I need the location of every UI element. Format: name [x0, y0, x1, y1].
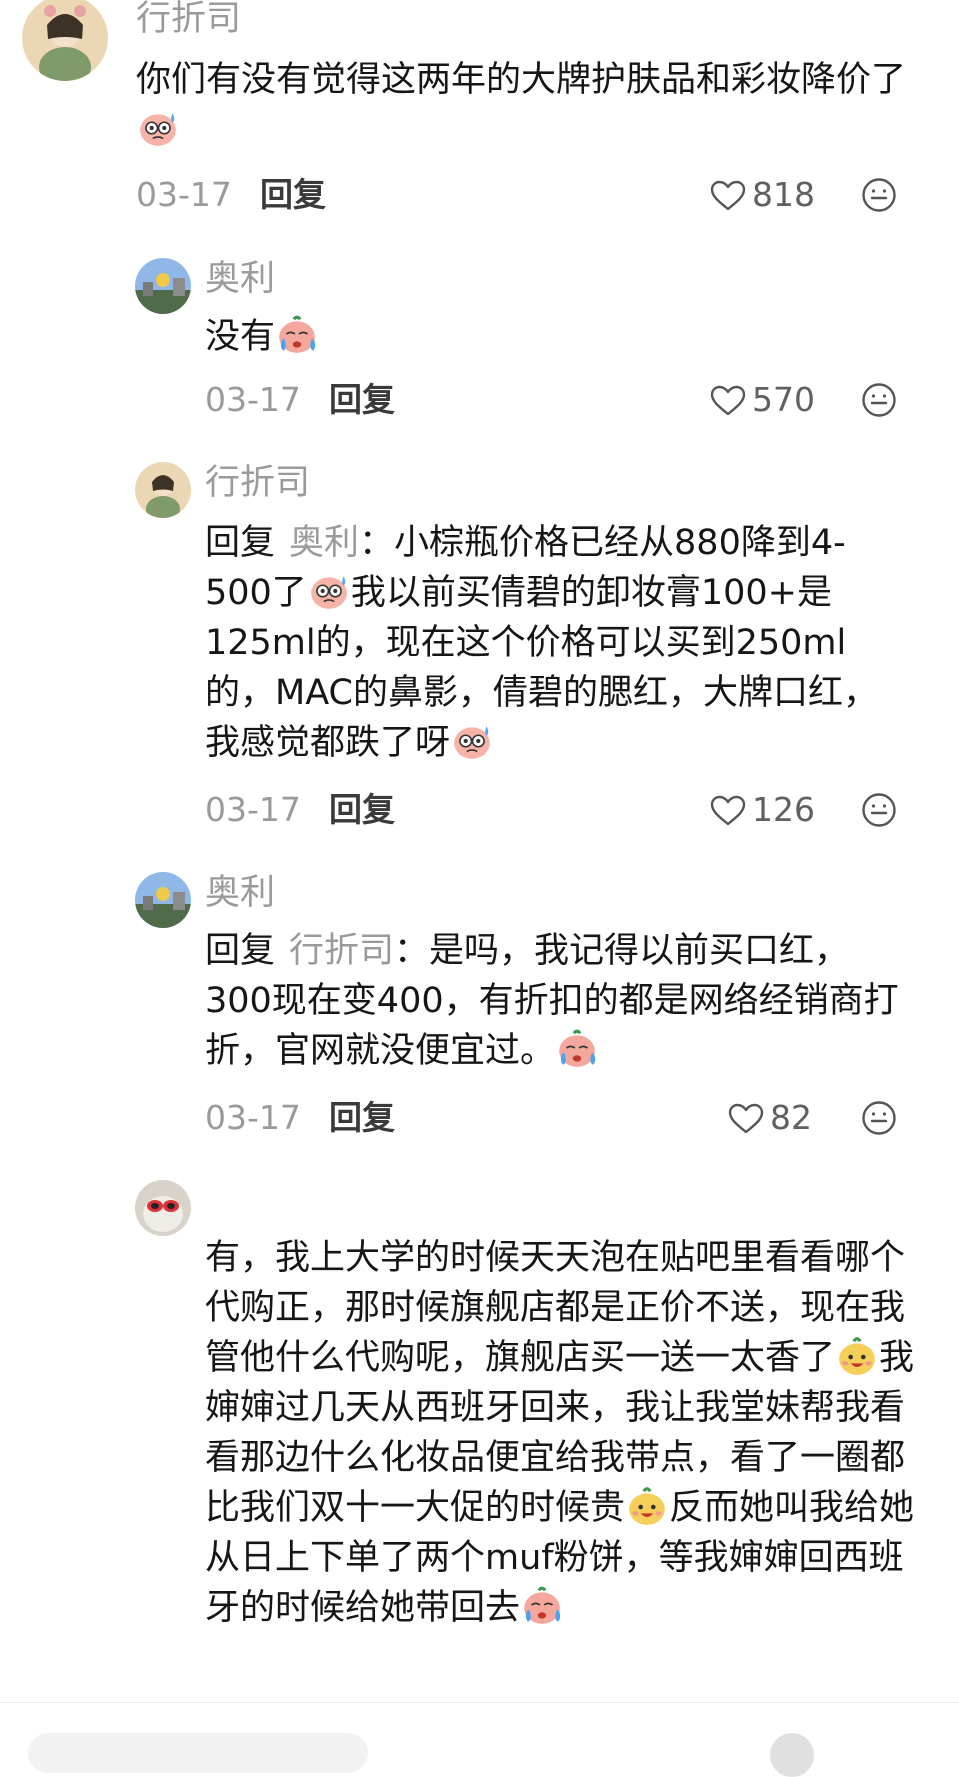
like-count: 126 [752, 790, 815, 829]
crying-face-emoji-icon [276, 314, 318, 356]
comment-date: 03-17 [205, 380, 301, 419]
comment-text: 有，我上大学的时候天天泡在贴吧里看看哪个代购正，那时候旗舰店都是正价不送，现在我… [205, 1233, 920, 1633]
like-count: 82 [770, 1098, 812, 1137]
username[interactable]: 行折司 [136, 2, 241, 37]
comment-text: 没有 [205, 312, 915, 362]
comment-text-part: 有，我上大学的时候天天泡在贴吧里看看哪个代购正，那时候旗舰店都是正价不送，现在我… [205, 1238, 906, 1378]
crying-face-emoji-icon [521, 1585, 563, 1627]
like-button[interactable]: 126 [710, 790, 815, 830]
reply-target-username[interactable]: 奥利 [289, 523, 359, 563]
avatar[interactable] [135, 872, 191, 928]
avatar[interactable] [135, 462, 191, 518]
like-button[interactable]: 570 [710, 380, 815, 420]
sweat-face-emoji-icon [137, 107, 179, 149]
heart-outline-icon [710, 385, 746, 417]
avatar[interactable] [135, 258, 191, 314]
comment-text-part: 你们有没有觉得这两年的大牌护肤品和彩妆降价了 [136, 60, 907, 100]
heart-outline-icon [728, 1103, 764, 1135]
comment-meta: 03-17 回复 818 [136, 175, 916, 215]
comment-date: 03-17 [136, 175, 232, 214]
happy-face-emoji-icon [626, 1485, 668, 1527]
reply-prefix: 回复 [205, 931, 276, 971]
sweat-face-emoji-icon [308, 570, 350, 612]
comment-input-pill[interactable] [28, 1733, 368, 1773]
heart-outline-icon [710, 180, 746, 212]
like-button[interactable]: 82 [728, 1098, 812, 1138]
username[interactable]: 奥利 [205, 876, 275, 911]
sweat-face-emoji-icon [451, 720, 493, 762]
heart-outline-icon [710, 795, 746, 827]
username[interactable]: 行折司 [205, 466, 310, 501]
more-circle-icon[interactable] [861, 177, 897, 213]
more-circle-icon[interactable] [861, 382, 897, 418]
comment-meta: 03-17 回复 82 [205, 1098, 916, 1138]
reply-button[interactable]: 回复 [329, 380, 395, 420]
bottom-bar [0, 1702, 959, 1777]
crying-face-emoji-icon [556, 1028, 598, 1070]
bottom-circle-button[interactable] [770, 1733, 814, 1777]
comment-text: 回复 行折司：是吗，我记得以前买口红，300现在变400，有折扣的都是网络经销商打… [205, 926, 905, 1076]
comment-text: 回复 奥利：小棕瓶价格已经从880降到4-500了 我以前买倩碧的卸妆膏100+是1… [205, 518, 905, 768]
comment-meta: 03-17 回复 570 [205, 380, 916, 420]
reply-prefix: 回复 [205, 523, 276, 563]
more-circle-icon[interactable] [861, 1100, 897, 1136]
happy-face-emoji-icon [836, 1335, 878, 1377]
username[interactable]: 奥利 [205, 262, 275, 297]
more-circle-icon[interactable] [861, 792, 897, 828]
comment-text: 你们有没有觉得这两年的大牌护肤品和彩妆降价了 [136, 55, 916, 155]
like-button[interactable]: 818 [710, 175, 815, 215]
comment-text-part: 没有 [205, 317, 276, 357]
reply-button[interactable]: 回复 [329, 1098, 395, 1138]
comment-date: 03-17 [205, 1098, 301, 1137]
comment-meta: 03-17 回复 126 [205, 790, 916, 830]
like-count: 570 [752, 380, 815, 419]
like-count: 818 [752, 175, 815, 214]
reply-target-username[interactable]: 行折司 [289, 931, 394, 971]
comment-date: 03-17 [205, 790, 301, 829]
avatar[interactable] [135, 1180, 191, 1236]
avatar[interactable] [22, 0, 108, 81]
reply-button[interactable]: 回复 [260, 175, 326, 215]
reply-button[interactable]: 回复 [329, 790, 395, 830]
